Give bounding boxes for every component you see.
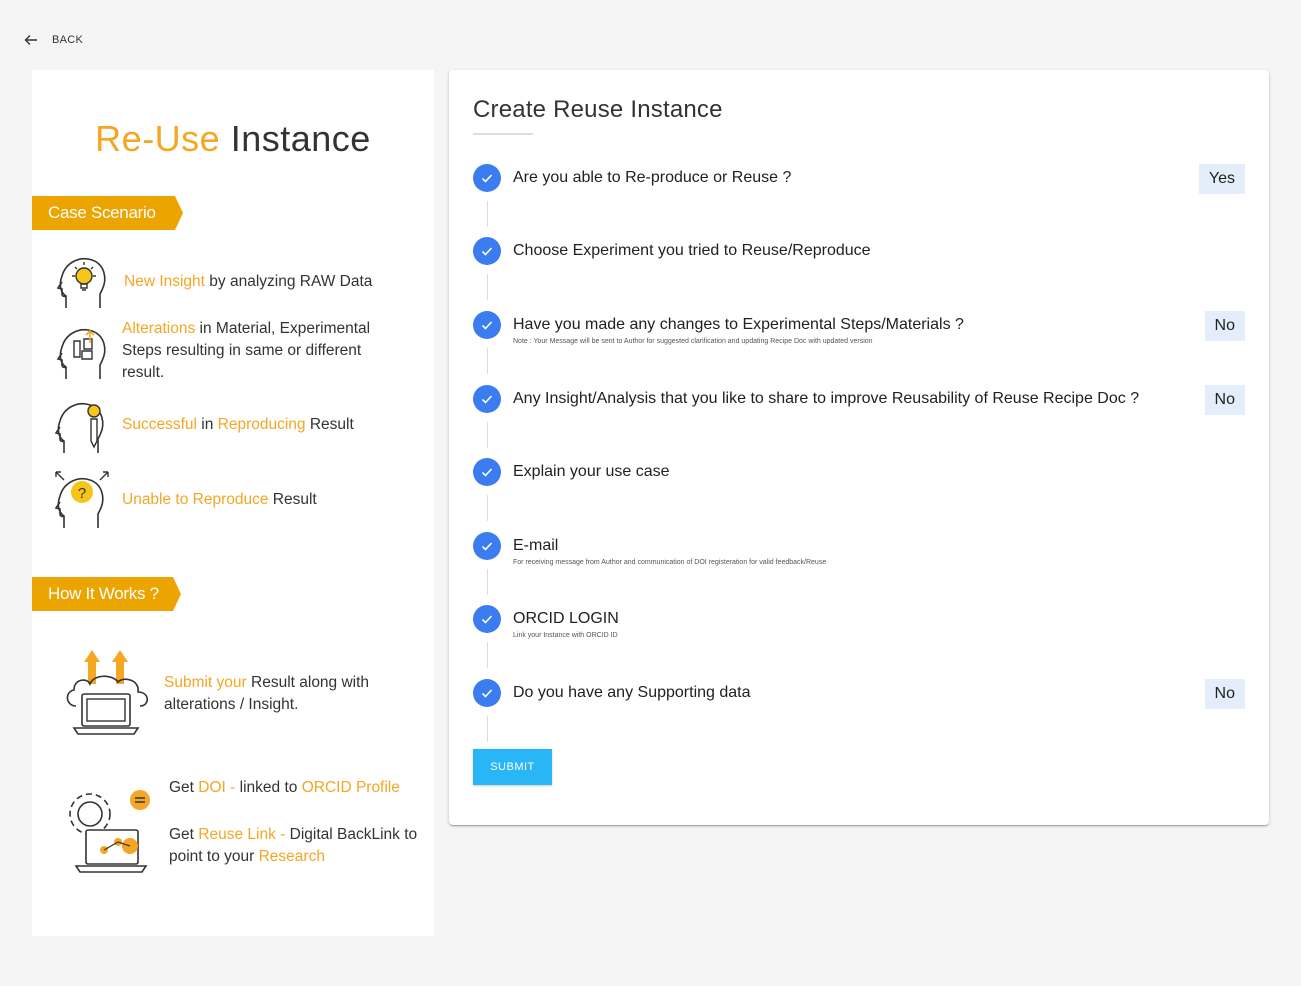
step-check-icon xyxy=(473,679,501,707)
how-doi: Get DOI - linked to ORCID Profile xyxy=(169,779,400,796)
step-choose-experiment[interactable]: Choose Experiment you tried to Reuse/Rep… xyxy=(473,237,1245,267)
step-connector xyxy=(487,274,488,300)
step-label: Any Insight/Analysis that you like to sh… xyxy=(513,390,1140,407)
step-connector xyxy=(487,642,488,668)
scenario-new-insight: New Insight by analyzing RAW Data xyxy=(56,252,372,312)
step-connector xyxy=(487,569,488,595)
scenario-successful: Successful in Reproducing Result xyxy=(54,395,354,455)
step-insight[interactable]: Any Insight/Analysis that you like to sh… xyxy=(473,385,1245,415)
step-answer[interactable]: No xyxy=(1204,679,1245,709)
step-check-icon xyxy=(473,237,501,265)
step-label: ORCID LOGIN xyxy=(513,610,619,627)
create-reuse-form-card: Create Reuse Instance Are you able to Re… xyxy=(449,70,1269,825)
step-reproduce[interactable]: Are you able to Re-produce or Reuse ? Ye… xyxy=(473,164,1245,194)
back-label: BACK xyxy=(52,34,84,46)
step-connector xyxy=(487,422,488,448)
case-scenario-ribbon: Case Scenario xyxy=(32,196,183,230)
step-label: Are you able to Re-produce or Reuse ? xyxy=(513,169,792,186)
step-connector xyxy=(487,495,488,521)
arrow-left-icon xyxy=(24,35,37,45)
back-button[interactable]: BACK xyxy=(24,33,83,47)
gear-laptop-share-icon xyxy=(69,790,150,873)
how-reuse-link: Get Reuse Link - Digital BackLink to poi… xyxy=(169,826,418,865)
scenario-unable: ? Unable to Reproduce Result xyxy=(54,470,317,530)
step-label: E-mail xyxy=(513,537,559,554)
step-answer[interactable]: No xyxy=(1204,385,1245,415)
infographic-title: Re-Use Instance xyxy=(95,118,371,159)
step-check-icon xyxy=(473,605,501,633)
how-it-works-ribbon: How It Works ? xyxy=(32,577,181,611)
cloud-upload-laptop-icon xyxy=(66,650,149,735)
head-gears-icon xyxy=(56,329,106,379)
reuse-infographic-panel: Re-Use Instance Case Scenario New Insigh… xyxy=(32,70,434,936)
step-changes[interactable]: Have you made any changes to Experimenta… xyxy=(473,311,1245,345)
step-check-icon xyxy=(473,385,501,413)
step-supporting-data[interactable]: Do you have any Supporting data No xyxy=(473,679,1245,709)
step-note: Link your Instance with ORCID ID xyxy=(513,632,618,639)
step-answer[interactable]: No xyxy=(1204,311,1245,341)
head-pen-icon xyxy=(54,403,104,453)
how-submit-result: Submit your Result along with alteration… xyxy=(62,648,394,740)
scenario-alterations: Alterations in Material, Experimental St… xyxy=(56,318,392,384)
title-underline xyxy=(473,133,533,135)
step-connector xyxy=(487,201,488,227)
step-check-icon xyxy=(473,458,501,486)
step-label: Choose Experiment you tried to Reuse/Rep… xyxy=(513,242,871,259)
step-label: Have you made any changes to Experimenta… xyxy=(513,316,964,333)
step-check-icon xyxy=(473,311,501,339)
head-question-icon: ? xyxy=(54,471,109,528)
step-use-case[interactable]: Explain your use case xyxy=(473,458,1245,488)
step-answer[interactable]: Yes xyxy=(1198,164,1245,194)
step-email[interactable]: E-mail For receiving message from Author… xyxy=(473,532,1245,566)
head-lightbulb-icon xyxy=(56,258,106,308)
step-check-icon xyxy=(473,164,501,192)
step-connector xyxy=(487,716,488,742)
step-check-icon xyxy=(473,532,501,560)
step-label: Explain your use case xyxy=(513,463,670,480)
step-label: Do you have any Supporting data xyxy=(513,684,751,701)
step-orcid-login[interactable]: ORCID LOGIN Link your Instance with ORCI… xyxy=(473,605,1245,639)
svg-text:?: ? xyxy=(78,485,86,502)
step-note: Note : Your Message will be sent to Auth… xyxy=(513,338,873,345)
form-title: Create Reuse Instance xyxy=(473,96,723,123)
submit-button[interactable]: SUBMIT xyxy=(473,749,552,785)
step-connector xyxy=(487,348,488,374)
step-note: For receiving message from Author and co… xyxy=(513,559,827,566)
